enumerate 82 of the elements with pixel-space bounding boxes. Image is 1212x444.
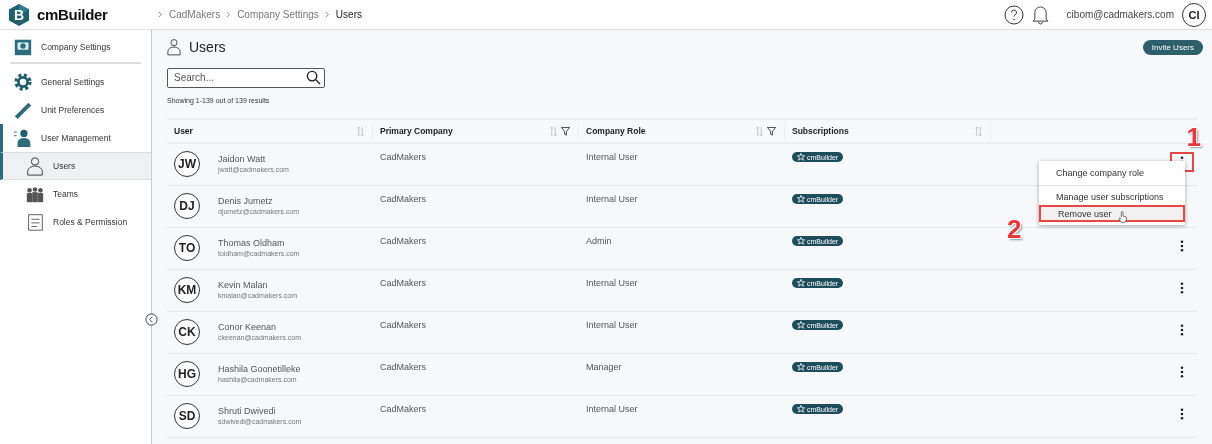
logo-letter: B [14,6,25,23]
menu-item[interactable]: Remove user [1039,205,1185,222]
star-icon [797,153,805,161]
sidebar-item[interactable]: Company Settings [0,33,151,61]
star-icon [797,405,805,413]
user-name: Hashila Goonetilleke [218,364,301,374]
user-name: Denis Jumetz [218,196,274,206]
person-icon [13,128,33,148]
user-avatar: TO [174,235,200,261]
user-avatar: DJ [174,193,200,219]
chevron-icon [324,11,330,18]
collapse-icon[interactable] [145,313,158,326]
column-header[interactable]: Primary Company [380,126,453,136]
step-number: 2 [1007,216,1022,242]
user-avatar: JW [174,151,200,177]
person-icon [167,38,181,56]
page-title: Users [189,39,226,55]
search-icon[interactable] [306,70,321,85]
user-avatar: CK [174,319,200,345]
user-name: Jaidon Watt [218,154,267,164]
company-name: CadMakers [380,236,426,246]
sidebar-item[interactable]: Users [0,152,151,180]
company-role: Internal User [586,320,638,330]
sidebar-item[interactable]: General Settings [0,68,151,96]
ruler-icon [13,100,33,120]
sidebar-item[interactable]: Roles & Permission [0,208,151,236]
more-options-icon[interactable] [1180,282,1184,294]
user-name: Kevin Malan [218,280,269,290]
company-role: Internal User [586,404,638,414]
company-name: CadMakers [380,278,426,288]
breadcrumb-link[interactable]: Users [335,9,362,20]
app-name: cmBuilder [37,6,108,23]
person-icon [25,156,45,176]
company-role: Manager [586,362,622,372]
star-icon [797,363,805,371]
star-icon [797,195,805,203]
column-header[interactable]: Subscriptions [792,126,849,136]
help-icon[interactable] [1003,4,1024,25]
bell-icon[interactable] [1031,4,1049,25]
user-avatar[interactable]: CI [1182,2,1206,27]
gear-icon [13,72,33,92]
sidebar-item[interactable]: Teams [0,180,151,208]
user-email: cibom@cadmakers.com [1066,9,1174,20]
menu-item[interactable]: Change company role [1039,164,1185,181]
breadcrumb-link[interactable]: Company Settings [237,9,319,20]
more-options-icon[interactable] [1180,366,1184,378]
more-options-icon[interactable] [1180,324,1184,336]
building-icon [13,37,33,57]
company-role: Internal User [586,152,638,162]
company-name: CadMakers [380,194,426,204]
invite-users-button[interactable]: Invite Users [1142,39,1203,55]
chevron-icon [158,11,163,18]
company-name: CadMakers [380,152,426,162]
column-header[interactable]: Company Role [586,126,646,136]
user-avatar: HG [174,361,200,387]
company-role: Internal User [586,194,638,204]
user-name: Conor Keenan [218,322,278,332]
logo-icon [8,2,30,27]
group-icon [25,184,45,204]
clipboard-icon [25,212,45,232]
more-options-icon[interactable] [1180,408,1184,420]
user-name: Thomas Oldham [218,238,286,248]
step-number: 1 [1186,124,1201,150]
company-role: Internal User [586,278,638,288]
star-icon [797,279,805,287]
column-header[interactable]: User [174,126,193,136]
sidebar-item[interactable]: Unit Preferences [0,96,151,124]
company-name: CadMakers [380,320,426,330]
filter-icon[interactable] [767,126,776,136]
star-icon [797,321,805,329]
user-avatar: SD [174,403,200,429]
filter-icon[interactable] [561,126,570,136]
company-role: Admin [586,236,612,246]
company-name: CadMakers [380,404,426,414]
chevron-icon [226,11,232,18]
more-options-icon[interactable] [1180,240,1184,252]
company-name: CadMakers [380,362,426,372]
user-avatar: KM [174,277,200,303]
breadcrumb-link[interactable]: CadMakers [169,9,221,20]
user-name: Shruti Dwivedi [218,406,277,416]
search-field[interactable]: Search... [167,67,325,88]
star-icon [797,237,805,245]
